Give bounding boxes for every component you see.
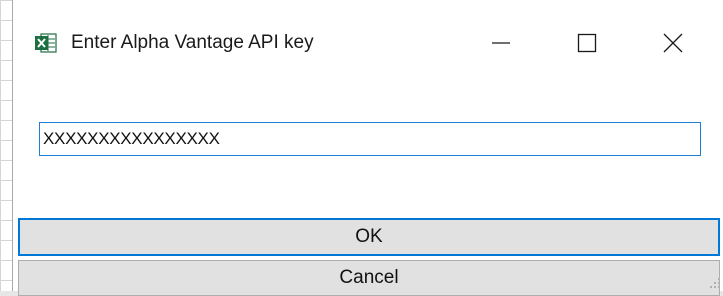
minimize-button[interactable]: [461, 14, 541, 76]
api-key-field-container[interactable]: [39, 122, 701, 156]
title-bar[interactable]: Enter Alpha Vantage API key: [13, 0, 723, 92]
minimize-icon: [491, 33, 511, 58]
api-key-dialog: Enter Alpha Vantage API key XXXXXXXXXXXX…: [12, 0, 723, 296]
api-key-input[interactable]: [43, 124, 700, 154]
maximize-button[interactable]: [547, 14, 627, 76]
ok-button[interactable]: OK: [18, 218, 720, 256]
close-icon: [663, 33, 683, 58]
close-button[interactable]: [633, 14, 713, 76]
dialog-title: Enter Alpha Vantage API key: [71, 32, 314, 53]
resize-grip-icon[interactable]: [707, 275, 721, 289]
excel-icon: [35, 33, 57, 53]
maximize-icon: [577, 33, 597, 58]
